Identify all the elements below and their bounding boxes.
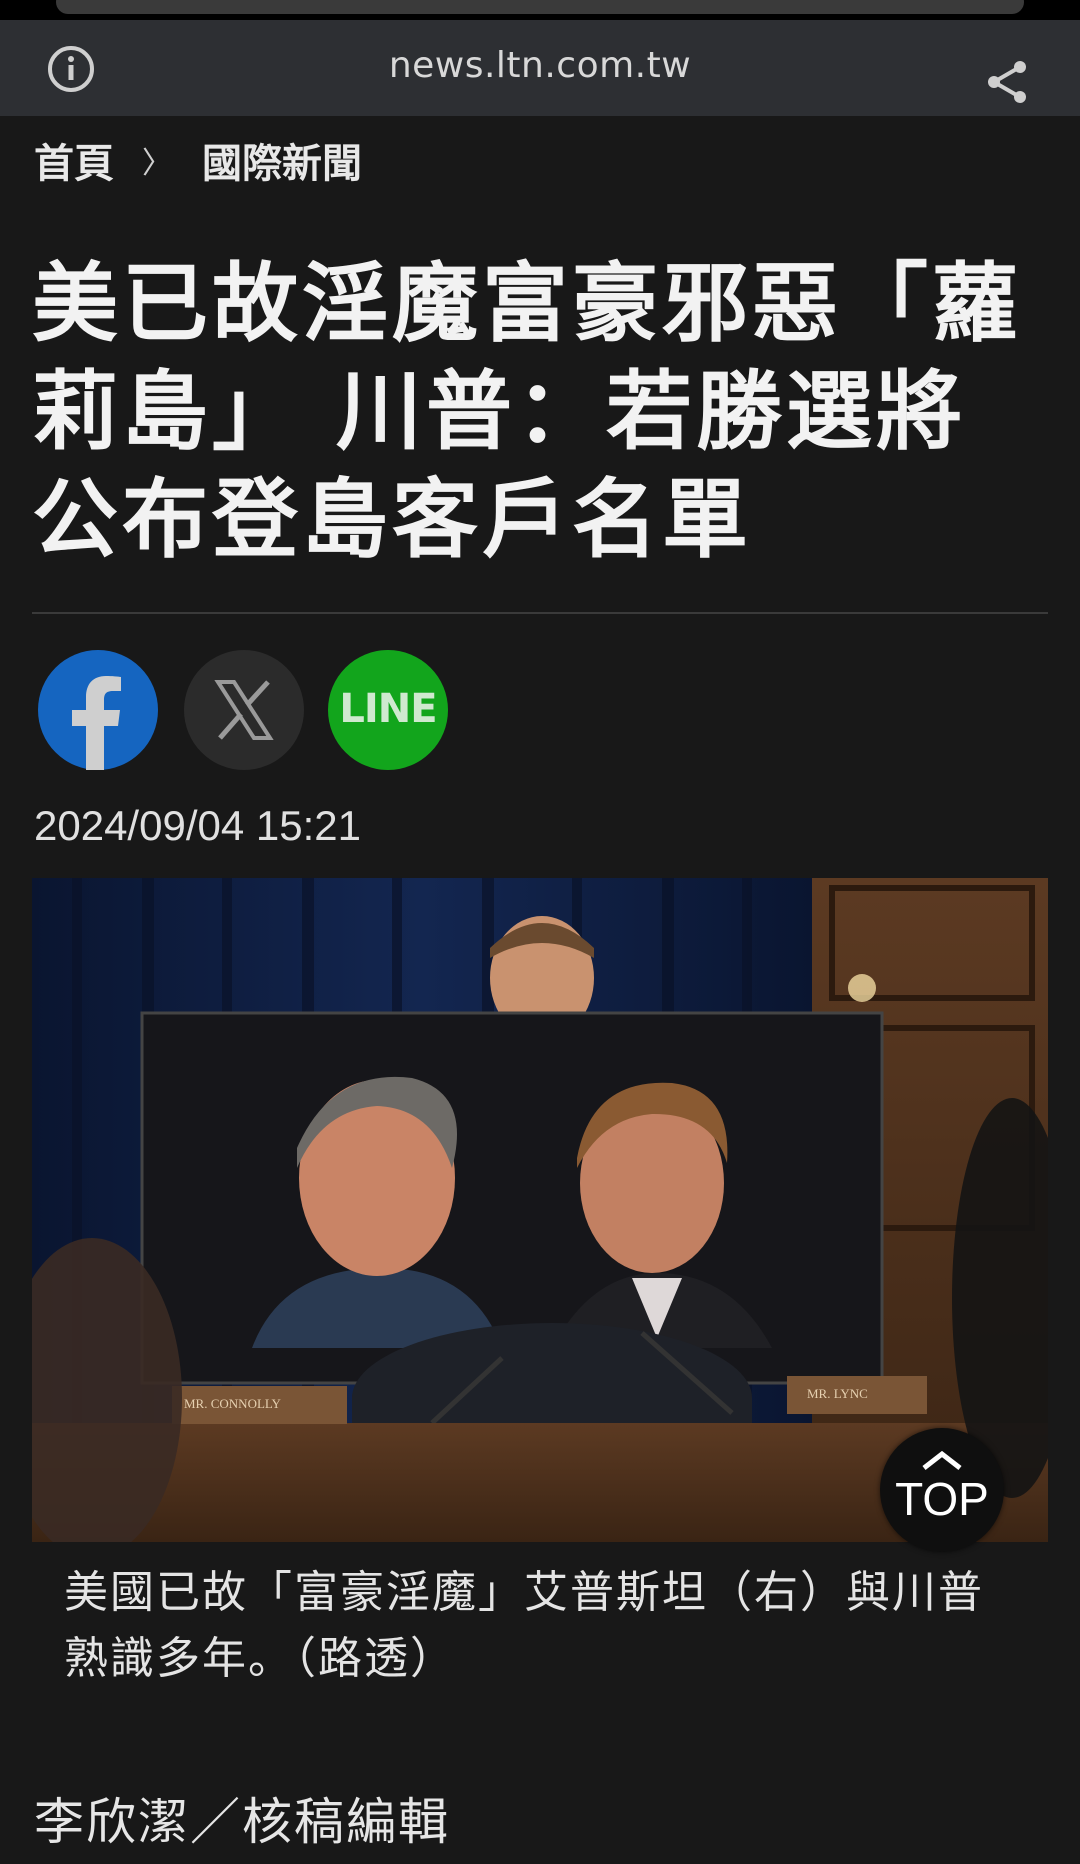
share-icon[interactable]	[984, 58, 1032, 106]
facebook-icon	[72, 676, 121, 770]
photo-caption: 美國已故「富豪淫魔」艾普斯坦（右）與川普熟識多年。（路透）	[64, 1567, 984, 1684]
url-text[interactable]: news.ltn.com.tw	[0, 45, 1080, 86]
nameplate-right: MR. LYNC	[807, 1386, 868, 1401]
status-bar-remnant	[0, 0, 1080, 20]
line-label: LINE	[339, 686, 437, 732]
back-to-top-label: TOP	[895, 1473, 989, 1525]
article-timestamp: 2024/09/04 15:21	[34, 802, 361, 849]
article-byline: 李欣潔／核稿編輯	[34, 1793, 450, 1851]
status-pill	[56, 0, 1024, 14]
back-to-top-button[interactable]: TOP	[880, 1428, 1004, 1552]
nameplate-left: MR. CONNOLLY	[184, 1396, 281, 1411]
article-headline: 美已故淫魔富豪邪惡「蘿莉島」 川普：若勝選將公布登島客戶名單	[32, 254, 1022, 570]
breadcrumb: 首頁 〉 國際新聞	[34, 130, 362, 190]
breadcrumb-separator: 〉	[142, 146, 172, 181]
breadcrumb-home[interactable]: 首頁	[34, 131, 114, 189]
article-photo[interactable]: MR. CONNOLLY MR. LYNC	[32, 878, 1048, 1542]
chevron-up-icon	[922, 1450, 962, 1470]
breadcrumb-section[interactable]: 國際新聞	[202, 131, 362, 189]
browser-url-bar: news.ltn.com.tw	[0, 20, 1080, 116]
facebook-share-button[interactable]	[38, 650, 158, 770]
line-share-button[interactable]: LINE	[328, 650, 448, 770]
x-icon	[214, 680, 274, 740]
divider	[32, 612, 1048, 614]
x-share-button[interactable]	[184, 650, 304, 770]
photo-illustration	[32, 878, 1048, 1542]
